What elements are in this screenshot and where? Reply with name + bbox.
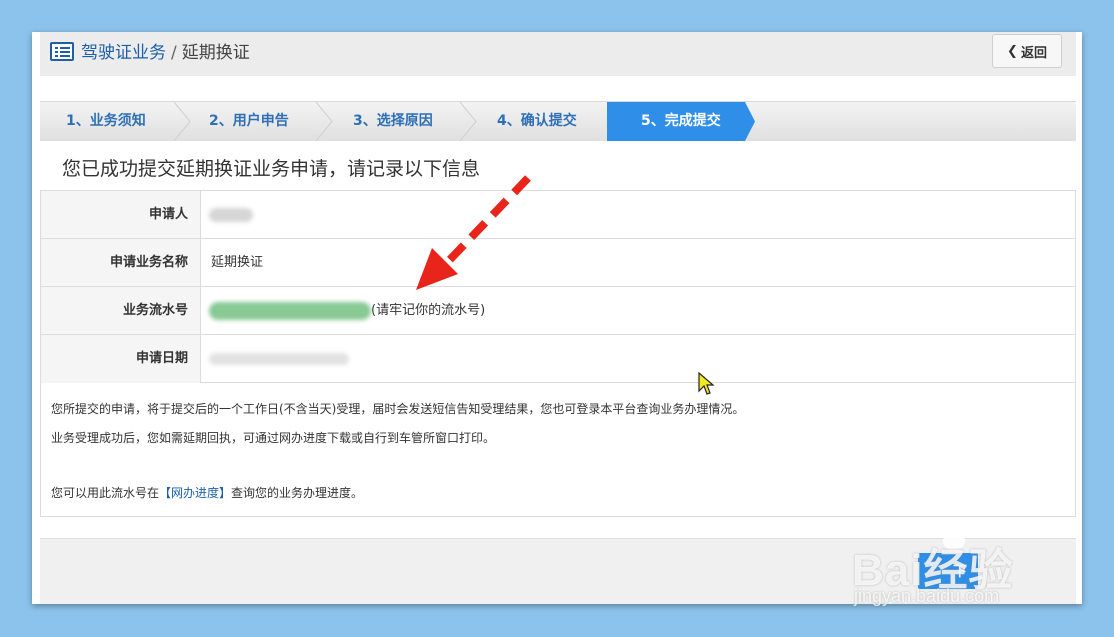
notice-line-3-prefix: 您可以用此流水号在 [51,486,160,500]
apply-date-label: 申请日期 [41,335,201,383]
notice-line-1: 您所提交的申请，将于提交后的一个工作日(不含当天)受理，届时会发送短信告知受理结… [51,402,745,416]
breadcrumb-separator: / [171,43,177,63]
notice-line-2: 业务受理成功后，您如需延期回执，可通过网办进度下载或自行到车管所窗口打印。 [51,431,496,445]
mouse-cursor-icon [698,372,715,395]
step-3[interactable]: 3、选择原因 [353,102,433,141]
step-5-label: 5、完成提交 [641,113,721,129]
breadcrumb-main[interactable]: 驾驶证业务 [81,43,166,63]
back-button[interactable]: ❮ 返回 [992,34,1062,68]
red-arrow-annotation [416,175,531,290]
step-divider [315,102,333,141]
step-5-active[interactable]: 5、完成提交 [607,102,755,141]
step-1[interactable]: 1、业务须知 [66,102,146,141]
chevron-left-icon: ❮ [1007,43,1018,59]
blurred-serial-number [209,301,371,320]
step-4[interactable]: 4、确认提交 [497,102,577,141]
step-divider [459,102,477,141]
step-2[interactable]: 2、用户申告 [209,102,289,141]
row-apply-date: 申请日期 [41,335,1075,383]
progress-link[interactable]: 【网办进度】 [159,486,231,500]
next-button-label: 下 [953,564,967,580]
notice-panel: 您所提交的申请，将于提交后的一个工作日(不含当天)受理，届时会发送短信告知受理结… [40,382,1076,517]
page-header: 驾驶证业务 / 延期换证 ❮ 返回 [40,32,1076,76]
step-1-label: 1、业务须知 [66,113,146,129]
notice-line-3: 您可以用此流水号在【网办进度】查询您的业务办理进度。 [51,484,363,501]
row-business-name: 申请业务名称 延期换证 [41,239,1075,287]
step-4-label: 4、确认提交 [497,113,577,129]
page-footer: 下 [40,538,1076,604]
step-divider [173,102,191,141]
applicant-label: 申请人 [41,191,201,238]
step-3-label: 3、选择原因 [353,113,433,129]
back-button-label: 返回 [1020,45,1047,61]
list-icon [50,42,74,61]
next-button[interactable]: 下 [918,553,978,589]
business-name-label: 申请业务名称 [41,239,201,286]
serial-number-label: 业务流水号 [41,287,201,334]
blurred-applicant-name [209,207,253,222]
row-applicant: 申请人 [41,191,1075,239]
serial-number-hint: (请牢记你的流水号) [371,303,486,318]
application-info-table: 申请人 申请业务名称 延期换证 业务流水号 (请牢记你的流水号) 申请日期 [40,190,1076,383]
business-name-value: 延期换证 [211,255,264,270]
breadcrumb: 驾驶证业务 / 延期换证 [81,42,250,64]
applicant-value [209,191,253,238]
row-serial-number: 业务流水号 (请牢记你的流水号) [41,287,1075,335]
step-progress-bar: 1、业务须知 2、用户申告 3、选择原因 4、确认提交 5、完成提交 [40,101,1076,141]
blurred-apply-date [209,352,349,365]
apply-date-value [209,335,349,383]
notice-line-3-suffix: 查询您的业务办理进度。 [231,486,364,500]
app-window: 驾驶证业务 / 延期换证 ❮ 返回 1、业务须知 2、用户申告 3、选择原因 4、确… [32,32,1082,604]
step-2-label: 2、用户申告 [209,113,289,129]
breadcrumb-current: 延期换证 [181,43,250,63]
